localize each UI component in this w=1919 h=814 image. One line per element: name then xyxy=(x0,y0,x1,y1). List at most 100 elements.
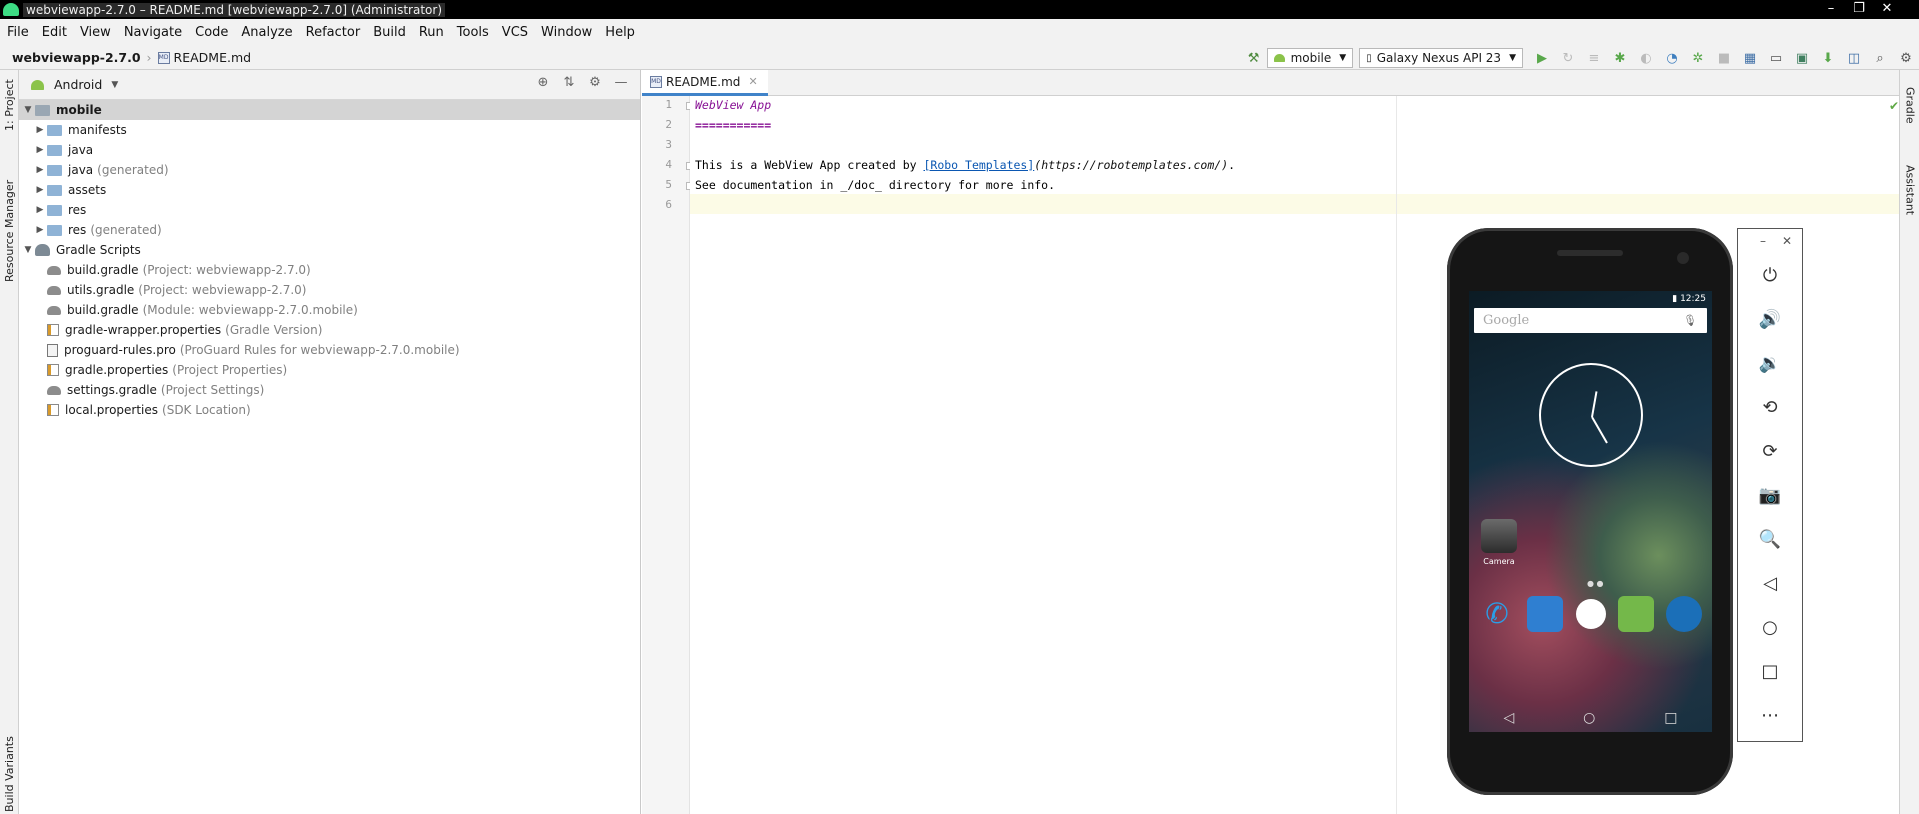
code-link[interactable]: [Robo Templates] xyxy=(923,158,1034,172)
menu-tools[interactable]: Tools xyxy=(457,25,489,40)
browser-app-icon[interactable] xyxy=(1666,596,1702,632)
chevron-right-icon[interactable]: ▶ xyxy=(33,145,47,155)
contacts-app-icon[interactable] xyxy=(1527,596,1564,632)
menu-edit[interactable]: Edit xyxy=(42,25,67,40)
tool-tab-project[interactable]: 1: Project xyxy=(0,70,19,140)
rotate-right-icon[interactable]: ⟳ xyxy=(1738,429,1802,473)
menu-analyze[interactable]: Analyze xyxy=(241,25,292,40)
rotate-left-icon[interactable]: ⟲ xyxy=(1738,385,1802,429)
tool-tab-assistant[interactable]: Assistant xyxy=(1900,150,1919,230)
menu-help[interactable]: Help xyxy=(605,25,635,40)
profile-icon[interactable]: ◐ xyxy=(1633,48,1659,68)
breadcrumb-file[interactable]: README.md xyxy=(174,50,252,65)
power-icon[interactable]: ⏻ xyxy=(1738,253,1802,297)
maximize-button[interactable]: ❐ xyxy=(1845,0,1873,19)
menu-view[interactable]: View xyxy=(80,25,111,40)
emulator-screen[interactable]: ▮ 12:25 Google 🎙 Camera ● ● ✆ ◁ ○ □ xyxy=(1469,291,1712,732)
tree-item[interactable]: ▶ java xyxy=(19,140,640,160)
sdk-manager-icon[interactable]: ⬇ xyxy=(1815,48,1841,68)
hide-icon[interactable]: — xyxy=(608,75,634,90)
camera-app-icon[interactable] xyxy=(1481,519,1517,553)
close-button[interactable]: ✕ xyxy=(1873,0,1901,19)
volume-down-icon[interactable]: 🔉 xyxy=(1738,341,1802,385)
collapse-all-icon[interactable]: ⇅ xyxy=(556,75,582,90)
tree-item[interactable]: gradle.properties (Project Properties) xyxy=(19,360,640,380)
layout-inspector-icon[interactable]: ◫ xyxy=(1841,48,1867,68)
search-icon[interactable]: ⌕ xyxy=(1867,48,1893,68)
back-icon[interactable]: ◁ xyxy=(1738,561,1802,605)
sync-project-icon[interactable]: ▭ xyxy=(1763,48,1789,68)
chevron-right-icon[interactable]: ▶ xyxy=(33,225,47,235)
chevron-right-icon[interactable]: ▶ xyxy=(33,165,47,175)
menu-refactor[interactable]: Refactor xyxy=(306,25,361,40)
phone-app-icon[interactable]: ✆ xyxy=(1479,596,1515,632)
gear-icon[interactable]: ⚙ xyxy=(582,75,608,90)
chevron-down-icon[interactable]: ▼ xyxy=(21,105,35,115)
project-view-select[interactable]: Android ▼ xyxy=(31,77,118,92)
tree-item[interactable]: build.gradle (Module: webviewapp-2.7.0.mo… xyxy=(19,300,640,320)
menu-code[interactable]: Code xyxy=(195,25,228,40)
tree-item[interactable]: local.properties (SDK Location) xyxy=(19,400,640,420)
menu-run[interactable]: Run xyxy=(419,25,444,40)
home-icon[interactable]: ○ xyxy=(1583,710,1595,726)
recents-icon[interactable]: □ xyxy=(1664,710,1677,726)
hammer-icon[interactable]: ⚒ xyxy=(1241,48,1267,68)
zoom-icon[interactable]: 🔍 xyxy=(1738,517,1802,561)
code-url[interactable]: (https://robotemplates.com/) xyxy=(1034,158,1228,172)
tree-item[interactable]: ▼ mobile xyxy=(19,100,640,120)
tree-item[interactable]: ▶ assets xyxy=(19,180,640,200)
device-select[interactable]: ▯ Galaxy Nexus API 23 ▼ xyxy=(1359,48,1523,68)
tool-tab-build-variants[interactable]: Build Variants xyxy=(0,734,19,814)
locate-icon[interactable]: ⊕ xyxy=(530,75,556,90)
minimize-button[interactable]: – xyxy=(1817,0,1845,19)
google-search-bar[interactable]: Google 🎙 xyxy=(1474,308,1707,333)
close-tab-icon[interactable]: ✕ xyxy=(748,75,757,88)
tree-item[interactable]: ▶ res xyxy=(19,200,640,220)
menu-build[interactable]: Build xyxy=(373,25,406,40)
tree-item[interactable]: build.gradle (Project: webviewapp-2.7.0) xyxy=(19,260,640,280)
tree-item[interactable]: ▼ Gradle Scripts xyxy=(19,240,640,260)
debug-icon[interactable]: ✱ xyxy=(1607,48,1633,68)
volume-up-icon[interactable]: 🔊 xyxy=(1738,297,1802,341)
menu-vcs[interactable]: VCS xyxy=(502,25,528,40)
back-icon[interactable]: ◁ xyxy=(1503,710,1514,726)
tree-item[interactable]: ▶ java (generated) xyxy=(19,160,640,180)
stop-icon[interactable]: ■ xyxy=(1711,48,1737,68)
run-config-select[interactable]: mobile ▼ xyxy=(1266,48,1354,68)
app-drawer-icon[interactable] xyxy=(1575,599,1606,629)
apply-code-changes-icon[interactable]: ≡ xyxy=(1581,48,1607,68)
tree-item[interactable]: proguard-rules.pro (ProGuard Rules for we… xyxy=(19,340,640,360)
home-icon[interactable]: ○ xyxy=(1738,605,1802,649)
overview-icon[interactable]: □ xyxy=(1738,649,1802,693)
tree-item[interactable]: ▶ res (generated) xyxy=(19,220,640,240)
tool-tab-gradle[interactable]: Gradle xyxy=(1900,70,1919,140)
avd-manager-icon[interactable]: ▣ xyxy=(1789,48,1815,68)
messaging-app-icon[interactable] xyxy=(1617,596,1654,632)
tree-item[interactable]: utils.gradle (Project: webviewapp-2.7.0) xyxy=(19,280,640,300)
microphone-icon[interactable]: 🎙 xyxy=(1683,314,1697,327)
chevron-down-icon[interactable]: ▼ xyxy=(21,245,35,255)
menu-file[interactable]: File xyxy=(7,25,29,40)
camera-icon[interactable]: 📷 xyxy=(1738,473,1802,517)
inspection-ok-icon[interactable]: ✔ xyxy=(1889,99,1899,113)
chevron-right-icon[interactable]: ▶ xyxy=(33,125,47,135)
analog-clock-widget[interactable] xyxy=(1539,363,1643,467)
tab-readme[interactable]: MD README.md ✕ xyxy=(642,70,768,96)
menu-navigate[interactable]: Navigate xyxy=(124,25,182,40)
settings-icon[interactable]: ⚙ xyxy=(1893,48,1919,68)
chevron-right-icon[interactable]: ▶ xyxy=(33,185,47,195)
tool-tab-resource-manager[interactable]: Resource Manager xyxy=(0,166,19,296)
menu-window[interactable]: Window xyxy=(541,25,592,40)
breadcrumb-project[interactable]: webviewapp-2.7.0 xyxy=(12,50,141,65)
more-icon[interactable]: ⋯ xyxy=(1738,693,1802,737)
minimize-emulator-icon[interactable]: – xyxy=(1760,234,1766,248)
project-structure-icon[interactable]: ▦ xyxy=(1737,48,1763,68)
apply-changes-icon[interactable]: ↻ xyxy=(1555,48,1581,68)
tree-item[interactable]: gradle-wrapper.properties (Gradle Version… xyxy=(19,320,640,340)
close-emulator-icon[interactable]: ✕ xyxy=(1782,234,1792,248)
run-icon[interactable]: ▶ xyxy=(1529,48,1555,68)
tree-item[interactable]: ▶ manifests xyxy=(19,120,640,140)
attach-debugger-icon[interactable]: ✲ xyxy=(1685,48,1711,68)
chevron-right-icon[interactable]: ▶ xyxy=(33,205,47,215)
profiler-gauge-icon[interactable]: ◔ xyxy=(1659,48,1685,68)
